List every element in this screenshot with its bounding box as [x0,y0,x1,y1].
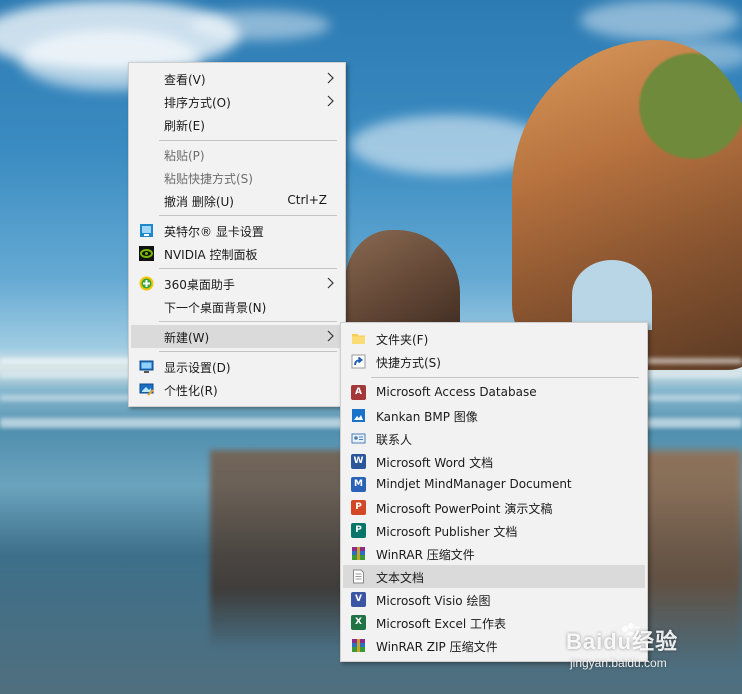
menu-separator [159,351,337,352]
nvidia-icon [139,246,154,261]
menu-item-label: 360桌面助手 [164,278,235,292]
menu-item-label: Microsoft PowerPoint 演示文稿 [376,502,553,516]
menu-item-label: 个性化(R) [164,384,218,398]
menu-item-label: 新建(W) [164,331,210,345]
chevron-right-icon [327,72,334,84]
watermark-url: jingyan.baidu.com [570,656,667,670]
menu-separator [159,321,337,322]
publisher-icon: P [351,523,366,538]
menu-separator [371,377,639,378]
new-item-shortcut[interactable]: 快捷方式(S) [343,350,645,373]
chevron-right-icon [327,95,334,107]
menu-item-nvidia[interactable]: NVIDIA 控制面板 [131,242,343,265]
menu-item-paste-shortcut: 粘贴快捷方式(S) [131,166,343,189]
menu-item-label: 撤消 删除(U) [164,195,234,209]
menu-item-label: Microsoft Publisher 文档 [376,525,518,539]
menu-item-label: 快捷方式(S) [376,356,441,370]
menu-item-label: Kankan BMP 图像 [376,410,478,424]
new-item-publisher[interactable]: P Microsoft Publisher 文档 [343,519,645,542]
new-item-bmp[interactable]: Kankan BMP 图像 [343,404,645,427]
menu-item-next-background[interactable]: 下一个桌面背景(N) [131,295,343,318]
menu-item-label: 粘贴快捷方式(S) [164,172,253,186]
menu-item-label: 显示设置(D) [164,361,231,375]
new-submenu: 文件夹(F) 快捷方式(S) A Microsoft Access Databa… [340,322,648,662]
menu-item-label: Mindjet MindManager Document [376,477,572,491]
powerpoint-icon: P [351,500,366,515]
menu-item-label: Microsoft Access Database [376,385,537,399]
new-item-word[interactable]: W Microsoft Word 文档 [343,450,645,473]
watermark-brand: Baidu经验 [566,629,679,654]
menu-separator [159,268,337,269]
contact-icon [351,433,366,444]
menu-item-paste: 粘贴(P) [131,143,343,166]
menu-item-personalize[interactable]: 个性化(R) [131,378,343,401]
new-item-contact[interactable]: 联系人 [343,427,645,450]
360-assistant-icon [139,276,154,291]
menu-item-label: 排序方式(O) [164,96,231,110]
winrar-zip-icon [352,639,365,652]
word-icon: W [351,454,366,469]
folder-icon [352,334,365,344]
access-icon: A [351,385,366,400]
new-item-winrar[interactable]: WinRAR 压缩文件 [343,542,645,565]
intel-graphics-icon [140,224,153,237]
menu-item-display-settings[interactable]: 显示设置(D) [131,355,343,378]
menu-item-label: 文件夹(F) [376,333,429,347]
chevron-right-icon [327,277,334,289]
menu-item-label: Microsoft Excel 工作表 [376,617,507,631]
menu-item-sort-by[interactable]: 排序方式(O) [131,90,343,113]
menu-item-label: 联系人 [376,433,413,447]
menu-item-label: 查看(V) [164,73,206,87]
personalize-icon [139,383,154,396]
desktop-context-menu: 查看(V) 排序方式(O) 刷新(E) 粘贴(P) 粘贴快捷方式(S) 撤消 删… [128,62,346,407]
shortcut-label: Ctrl+Z [287,193,327,207]
menu-item-label: 下一个桌面背景(N) [164,301,267,315]
menu-item-label: WinRAR ZIP 压缩文件 [376,640,498,654]
menu-item-label: Microsoft Word 文档 [376,456,494,470]
menu-item-360-assistant[interactable]: 360桌面助手 [131,272,343,295]
menu-item-new[interactable]: 新建(W) [131,325,343,348]
new-item-text-document[interactable]: 文本文档 [343,565,645,588]
menu-item-label: 刷新(E) [164,119,205,133]
menu-item-view[interactable]: 查看(V) [131,67,343,90]
menu-item-label: 英特尔® 显卡设置 [164,225,264,239]
winrar-icon [352,547,365,560]
visio-icon: V [351,592,366,607]
new-item-visio[interactable]: V Microsoft Visio 绘图 [343,588,645,611]
bmp-image-icon [352,409,365,422]
new-item-access[interactable]: A Microsoft Access Database [343,381,645,404]
menu-item-label: NVIDIA 控制面板 [164,248,258,262]
menu-item-label: 粘贴(P) [164,149,205,163]
menu-item-intel-graphics[interactable]: 英特尔® 显卡设置 [131,219,343,242]
menu-separator [159,140,337,141]
text-document-icon [353,569,364,584]
mindmanager-icon: M [351,477,366,492]
new-item-folder[interactable]: 文件夹(F) [343,327,645,350]
menu-item-label: 文本文档 [376,571,425,585]
menu-separator [159,215,337,216]
shortcut-icon [351,354,366,369]
menu-item-label: WinRAR 压缩文件 [376,548,475,562]
new-item-mindmanager[interactable]: M Mindjet MindManager Document [343,473,645,496]
baidu-watermark: Baidu经验 jingyan.baidu.com [566,612,706,682]
excel-icon: X [351,615,366,630]
chevron-right-icon [327,330,334,342]
menu-item-label: Microsoft Visio 绘图 [376,594,491,608]
menu-item-undo-delete[interactable]: 撤消 删除(U) Ctrl+Z [131,189,343,212]
menu-item-refresh[interactable]: 刷新(E) [131,113,343,136]
new-item-powerpoint[interactable]: P Microsoft PowerPoint 演示文稿 [343,496,645,519]
display-settings-icon [139,360,154,373]
